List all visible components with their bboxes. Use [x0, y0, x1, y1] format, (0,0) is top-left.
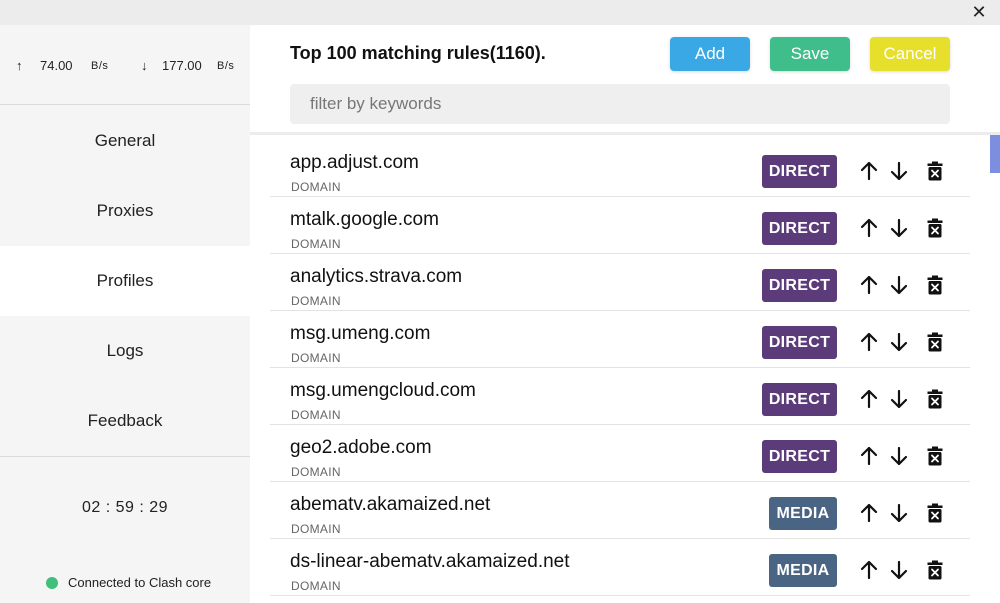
rule-row: app.adjust.com DOMAIN DIRECT	[270, 140, 970, 197]
rules-header: Top 100 matching rules(1160). Add Save C…	[250, 25, 1000, 135]
arrow-down-icon[interactable]	[888, 159, 910, 183]
arrow-up-icon[interactable]	[858, 558, 880, 582]
traffic-panel: ↑ 74.00 B/s ↓ 177.00 B/s	[0, 25, 250, 105]
policy-badge[interactable]: DIRECT	[762, 440, 837, 473]
arrow-up-icon[interactable]	[858, 501, 880, 525]
rule-host: ds-linear-abematv.akamaized.net	[290, 551, 570, 572]
rule-host: msg.umengcloud.com	[290, 380, 476, 401]
rule-host: msg.umeng.com	[290, 323, 431, 344]
nav-general[interactable]: General	[0, 106, 250, 176]
upload-unit: B/s	[91, 60, 109, 72]
download-unit: B/s	[217, 60, 235, 72]
nav-proxies[interactable]: Proxies	[0, 176, 250, 246]
rule-type: DOMAIN	[291, 237, 341, 251]
upload-arrow-icon: ↑	[16, 58, 23, 73]
rule-list: app.adjust.com DOMAIN DIRECT mtalk.google.c…	[270, 140, 970, 596]
download-arrow-icon: ↓	[141, 58, 148, 73]
rule-row: mtalk.google.com DOMAIN DIRECT	[270, 197, 970, 254]
rule-row: abematv.akamaized.net DOMAIN MEDIA	[270, 482, 970, 539]
rule-row: geo2.adobe.com DOMAIN DIRECT	[270, 425, 970, 482]
arrow-down-icon[interactable]	[888, 387, 910, 411]
uptime-clock: 02 : 59 : 29	[81, 499, 169, 516]
rule-row: ds-linear-abematv.akamaized.net DOMAIN MED…	[270, 539, 970, 596]
connection-status: Connected to Clash core	[46, 575, 211, 590]
policy-badge[interactable]: DIRECT	[762, 269, 837, 302]
rule-row: msg.umengcloud.com DOMAIN DIRECT	[270, 368, 970, 425]
cancel-button[interactable]: Cancel	[870, 37, 950, 71]
title-bar: ✕	[0, 0, 1000, 25]
trash-icon[interactable]	[924, 273, 946, 297]
sidebar-divider	[0, 456, 250, 457]
save-button[interactable]: Save	[770, 37, 850, 71]
upload-speed: 74.00	[40, 58, 73, 73]
trash-icon[interactable]	[924, 558, 946, 582]
sidebar: ↑ 74.00 B/s ↓ 177.00 B/s General Proxies…	[0, 25, 250, 603]
page-title: Top 100 matching rules(1160).	[290, 43, 546, 63]
arrow-down-icon[interactable]	[888, 273, 910, 297]
arrow-up-icon[interactable]	[858, 159, 880, 183]
trash-icon[interactable]	[924, 216, 946, 240]
rule-type: DOMAIN	[291, 522, 341, 536]
rule-type: DOMAIN	[291, 294, 341, 308]
arrow-up-icon[interactable]	[858, 273, 880, 297]
nav-profiles[interactable]: Profiles	[0, 246, 250, 316]
rule-row: msg.umeng.com DOMAIN DIRECT	[270, 311, 970, 368]
policy-badge[interactable]: DIRECT	[762, 212, 837, 245]
arrow-down-icon[interactable]	[888, 216, 910, 240]
rule-host: mtalk.google.com	[290, 209, 439, 230]
close-icon[interactable]: ✕	[970, 3, 988, 21]
arrow-up-icon[interactable]	[858, 444, 880, 468]
rule-host: analytics.strava.com	[290, 266, 463, 287]
status-dot-icon	[46, 576, 58, 589]
policy-badge[interactable]: MEDIA	[769, 497, 837, 530]
rule-host: abematv.akamaized.net	[290, 494, 491, 515]
download-speed: 177.00	[162, 58, 202, 73]
arrow-down-icon[interactable]	[888, 558, 910, 582]
search-input[interactable]	[290, 84, 950, 124]
trash-icon[interactable]	[924, 387, 946, 411]
trash-icon[interactable]	[924, 501, 946, 525]
trash-icon[interactable]	[924, 444, 946, 468]
rule-type: DOMAIN	[291, 408, 341, 422]
arrow-down-icon[interactable]	[888, 330, 910, 354]
scrollbar-thumb[interactable]	[990, 135, 1000, 173]
arrow-down-icon[interactable]	[888, 444, 910, 468]
add-button[interactable]: Add	[670, 37, 750, 71]
arrow-up-icon[interactable]	[858, 330, 880, 354]
rule-type: DOMAIN	[291, 351, 341, 365]
trash-icon[interactable]	[924, 330, 946, 354]
rule-type: DOMAIN	[291, 180, 341, 194]
trash-icon[interactable]	[924, 159, 946, 183]
policy-badge[interactable]: DIRECT	[762, 155, 837, 188]
arrow-up-icon[interactable]	[858, 216, 880, 240]
policy-badge[interactable]: MEDIA	[769, 554, 837, 587]
rule-host: geo2.adobe.com	[290, 437, 432, 458]
nav-logs[interactable]: Logs	[0, 316, 250, 386]
nav-feedback[interactable]: Feedback	[0, 386, 250, 456]
arrow-down-icon[interactable]	[888, 501, 910, 525]
policy-badge[interactable]: DIRECT	[762, 383, 837, 416]
arrow-up-icon[interactable]	[858, 387, 880, 411]
rule-host: app.adjust.com	[290, 152, 419, 173]
policy-badge[interactable]: DIRECT	[762, 326, 837, 359]
rule-type: DOMAIN	[291, 465, 341, 479]
status-text: Connected to Clash core	[68, 575, 212, 590]
main-panel: Top 100 matching rules(1160). Add Save C…	[250, 25, 1000, 603]
rule-row: analytics.strava.com DOMAIN DIRECT	[270, 254, 970, 311]
rule-type: DOMAIN	[291, 579, 341, 593]
